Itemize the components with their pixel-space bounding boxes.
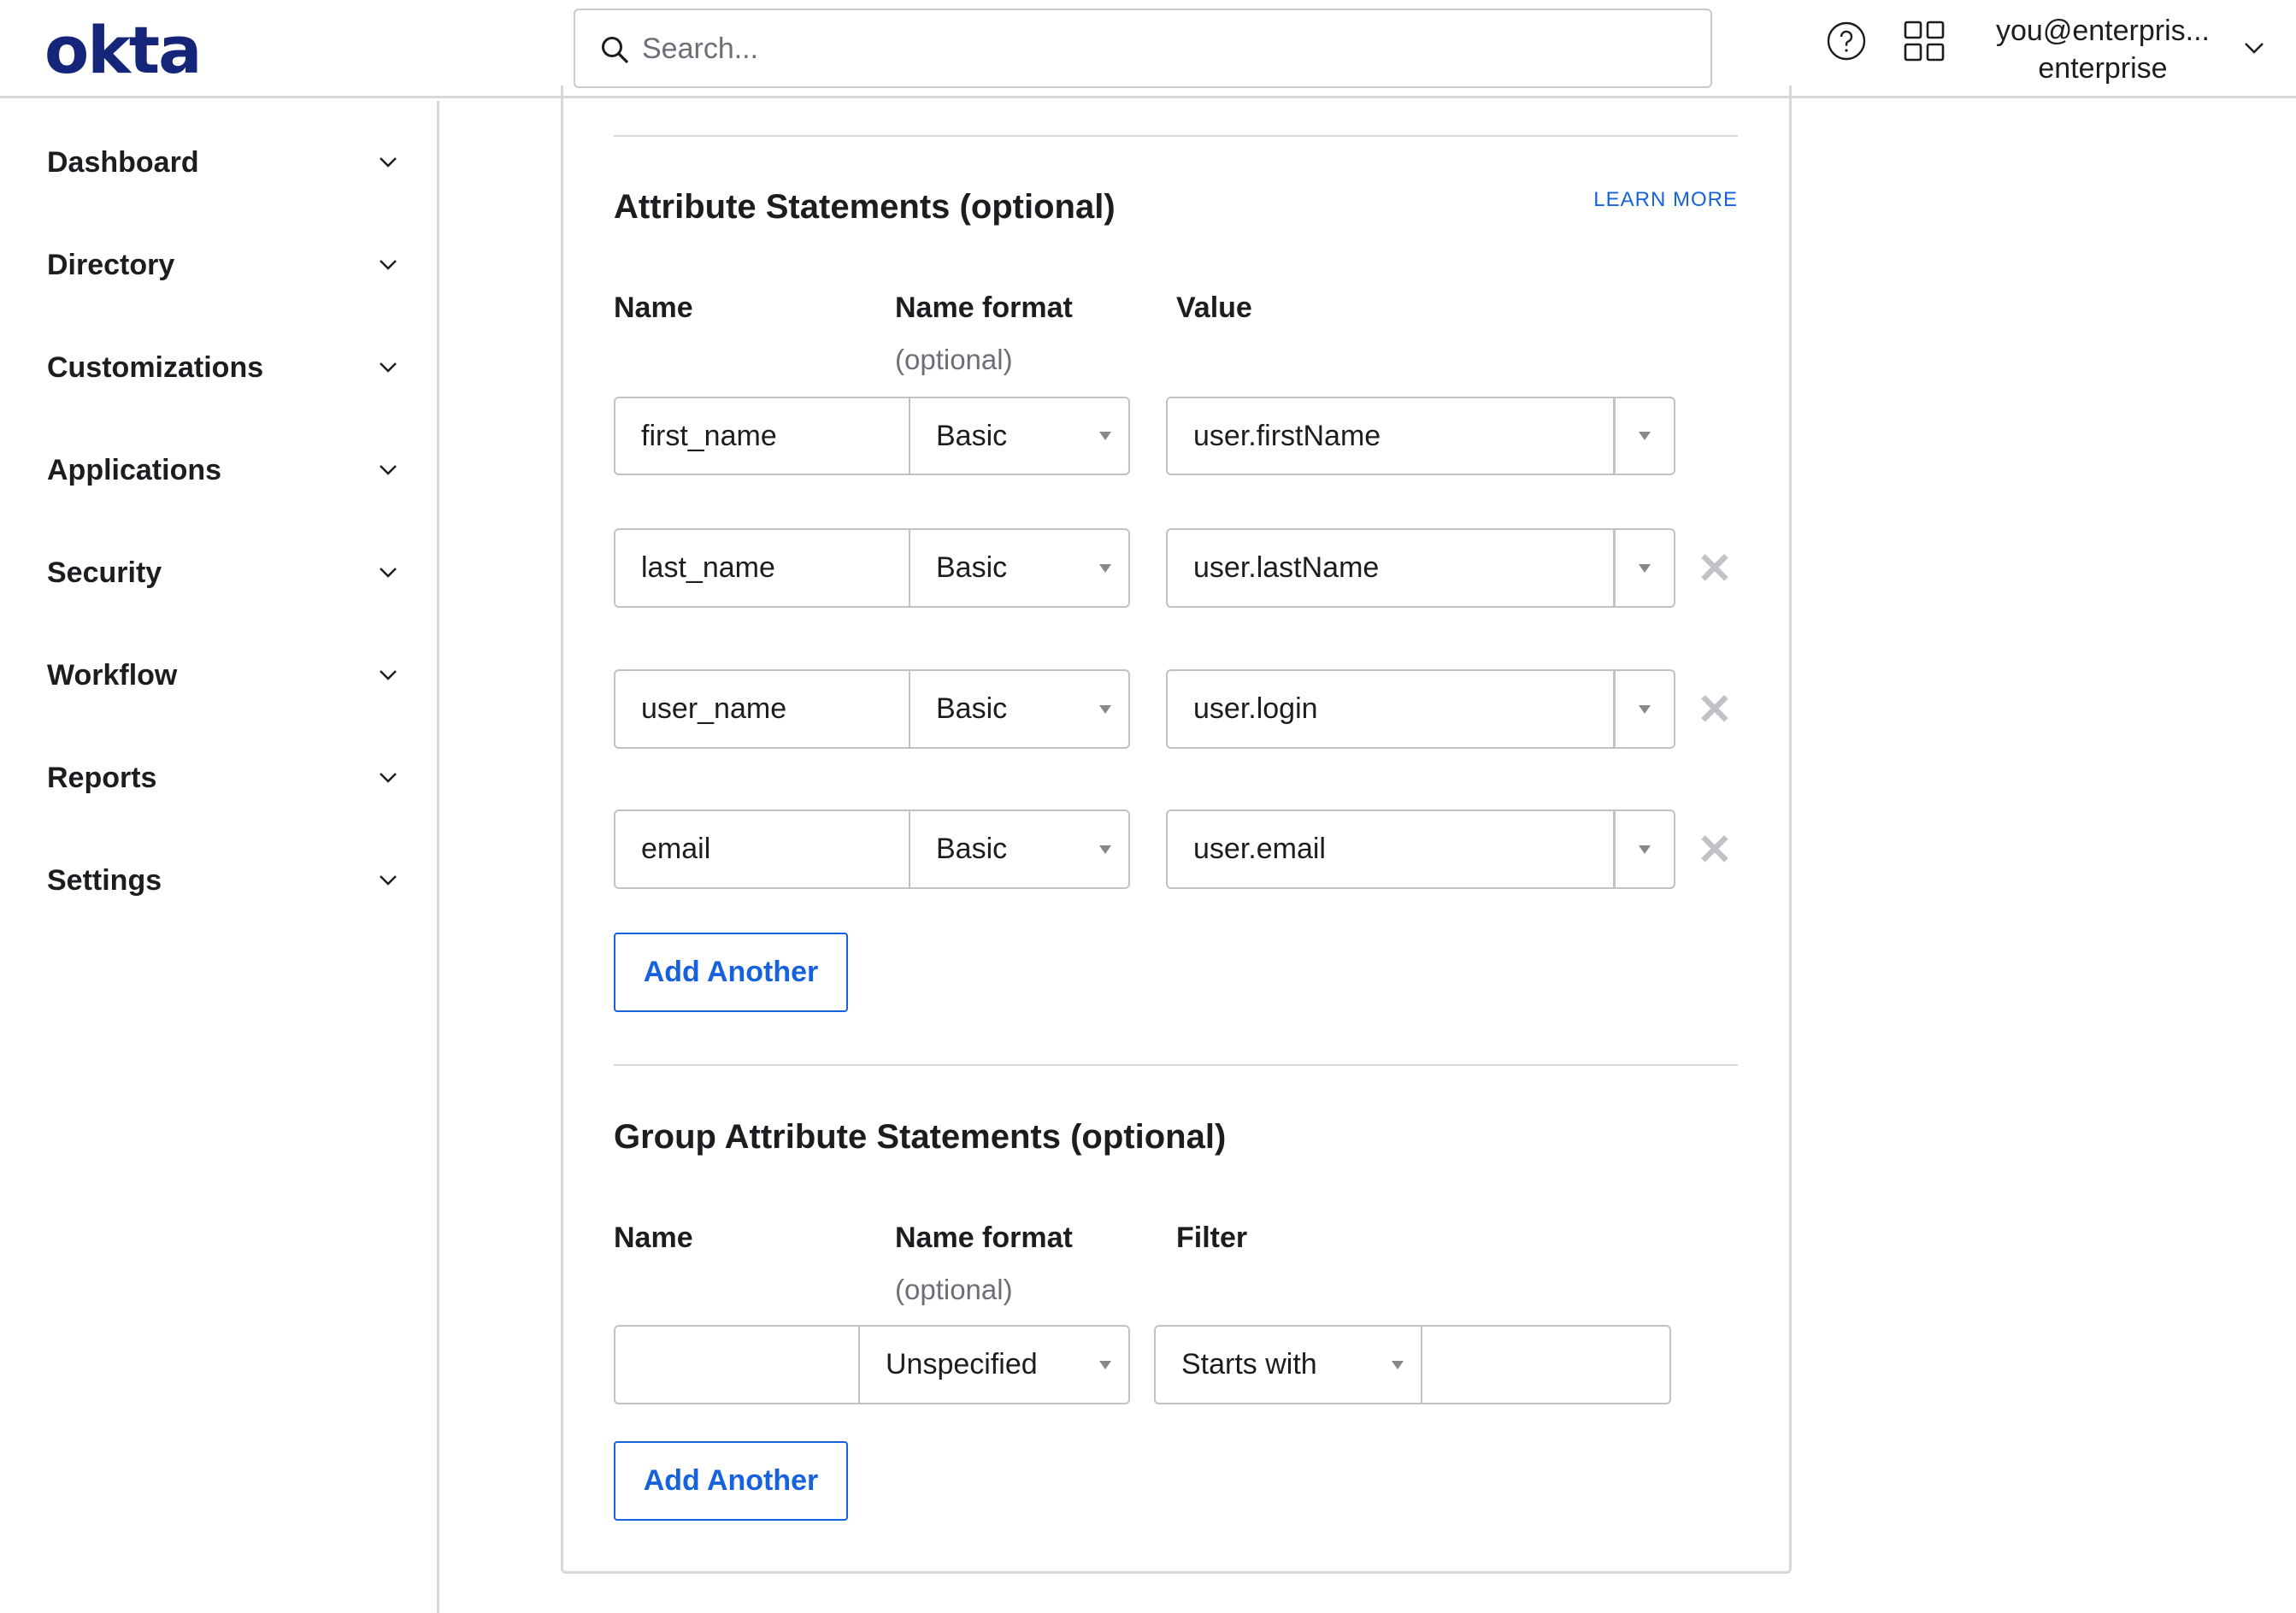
- sidebar-item-label: Workflow: [47, 658, 178, 692]
- chevron-down-icon: [380, 875, 397, 886]
- select-value: Unspecified: [886, 1348, 1038, 1380]
- column-header-name-format: Name format: [895, 291, 1073, 324]
- top-header: okta you@enterpris... enterprise: [0, 0, 2296, 98]
- remove-row-icon[interactable]: ✕: [1697, 685, 1733, 734]
- dropdown-arrow-icon: [1099, 432, 1111, 440]
- search-box[interactable]: [574, 9, 1712, 88]
- sidebar-item-label: Customizations: [47, 350, 264, 384]
- dropdown-arrow-icon: [1639, 704, 1651, 714]
- chevron-down-icon: [380, 670, 397, 680]
- name-format-select[interactable]: Basic: [909, 397, 1130, 475]
- dropdown-arrow-icon: [1099, 563, 1111, 573]
- column-header-name-format: Name format: [895, 1222, 1073, 1254]
- attribute-name-input[interactable]: last_name: [614, 528, 910, 608]
- sidebar-item-label: Reports: [47, 761, 157, 794]
- attribute-value-input[interactable]: user.lastName: [1166, 528, 1615, 608]
- attribute-name-input[interactable]: email: [614, 809, 910, 889]
- select-value: Basic: [936, 551, 1008, 584]
- dropdown-arrow-icon: [1099, 845, 1111, 854]
- sidebar-item-applications[interactable]: Applications: [47, 444, 397, 496]
- sidebar-item-label: Dashboard: [47, 145, 199, 179]
- filter-value-input[interactable]: [1421, 1325, 1671, 1404]
- sidebar: Dashboard Directory Customizations Appli…: [0, 101, 439, 1613]
- sidebar-item-directory[interactable]: Directory: [47, 239, 397, 291]
- sidebar-item-label: Settings: [47, 863, 162, 897]
- sidebar-item-customizations[interactable]: Customizations: [47, 342, 397, 393]
- filter-type-select[interactable]: Starts with: [1154, 1325, 1422, 1404]
- attribute-value-input[interactable]: user.login: [1166, 669, 1615, 749]
- attribute-name-input[interactable]: first_name: [614, 397, 910, 475]
- chevron-down-icon: [380, 773, 397, 783]
- select-value: Basic: [936, 833, 1008, 865]
- add-another-attribute-button[interactable]: Add Another: [614, 933, 848, 1012]
- dropdown-arrow-icon: [1639, 563, 1651, 573]
- attribute-name-input[interactable]: user_name: [614, 669, 910, 749]
- apps-grid-icon[interactable]: [1904, 21, 1945, 62]
- chevron-down-icon: [380, 362, 397, 373]
- sidebar-item-label: Directory: [47, 248, 175, 281]
- select-value: Starts with: [1181, 1348, 1317, 1380]
- attribute-value-input[interactable]: user.email: [1166, 809, 1615, 889]
- value-dropdown-button[interactable]: [1613, 397, 1675, 475]
- group-attribute-statements-title: Group Attribute Statements (optional): [614, 1118, 1227, 1156]
- sidebar-item-label: Security: [47, 556, 162, 589]
- chevron-down-icon: [380, 260, 397, 270]
- sidebar-item-dashboard[interactable]: Dashboard: [47, 137, 397, 188]
- sidebar-item-label: Applications: [47, 453, 222, 486]
- sidebar-item-security[interactable]: Security: [47, 547, 397, 598]
- chevron-down-icon: [380, 157, 397, 168]
- name-format-select[interactable]: Basic: [909, 528, 1130, 608]
- sidebar-item-reports[interactable]: Reports: [47, 752, 397, 804]
- help-icon[interactable]: [1826, 21, 1867, 62]
- dropdown-arrow-icon: [1099, 1360, 1111, 1369]
- sidebar-item-workflow[interactable]: Workflow: [47, 650, 397, 701]
- chevron-down-icon: [380, 568, 397, 578]
- chevron-down-icon[interactable]: [2243, 41, 2265, 55]
- okta-logo[interactable]: okta: [44, 12, 202, 88]
- column-header-value: Value: [1176, 291, 1252, 324]
- column-header-name: Name: [614, 1222, 693, 1254]
- group-name-format-select[interactable]: Unspecified: [858, 1325, 1130, 1404]
- search-input[interactable]: [642, 19, 1668, 79]
- value-dropdown-button[interactable]: [1613, 669, 1675, 749]
- add-another-group-attribute-button[interactable]: Add Another: [614, 1441, 848, 1521]
- select-value: Basic: [936, 692, 1008, 725]
- column-header-name: Name: [614, 291, 693, 324]
- divider: [614, 135, 1738, 137]
- user-menu[interactable]: you@enterpris... enterprise: [1966, 12, 2240, 87]
- remove-row-icon[interactable]: ✕: [1697, 544, 1733, 593]
- user-email: you@enterpris...: [1996, 15, 2210, 47]
- user-org: enterprise: [2038, 52, 2168, 85]
- search-icon: [602, 37, 629, 64]
- optional-label: (optional): [895, 1274, 1013, 1305]
- remove-row-icon[interactable]: ✕: [1697, 825, 1733, 874]
- name-format-select[interactable]: Basic: [909, 669, 1130, 749]
- select-value: Basic: [936, 419, 1008, 452]
- value-dropdown-button[interactable]: [1613, 528, 1675, 608]
- group-attribute-name-input[interactable]: [614, 1325, 860, 1404]
- dropdown-arrow-icon: [1392, 1360, 1404, 1369]
- sidebar-item-settings[interactable]: Settings: [47, 855, 397, 906]
- chevron-down-icon: [380, 465, 397, 475]
- name-format-select[interactable]: Basic: [909, 809, 1130, 889]
- dropdown-arrow-icon: [1099, 704, 1111, 714]
- column-header-filter: Filter: [1176, 1222, 1248, 1254]
- attribute-statements-title: Attribute Statements (optional): [614, 188, 1116, 226]
- divider: [614, 1064, 1738, 1066]
- attribute-value-input[interactable]: user.firstName: [1166, 397, 1615, 475]
- value-dropdown-button[interactable]: [1613, 809, 1675, 889]
- dropdown-arrow-icon: [1639, 845, 1651, 854]
- learn-more-link[interactable]: LEARN MORE: [1539, 188, 1738, 212]
- optional-label: (optional): [895, 344, 1013, 375]
- dropdown-arrow-icon: [1639, 432, 1651, 440]
